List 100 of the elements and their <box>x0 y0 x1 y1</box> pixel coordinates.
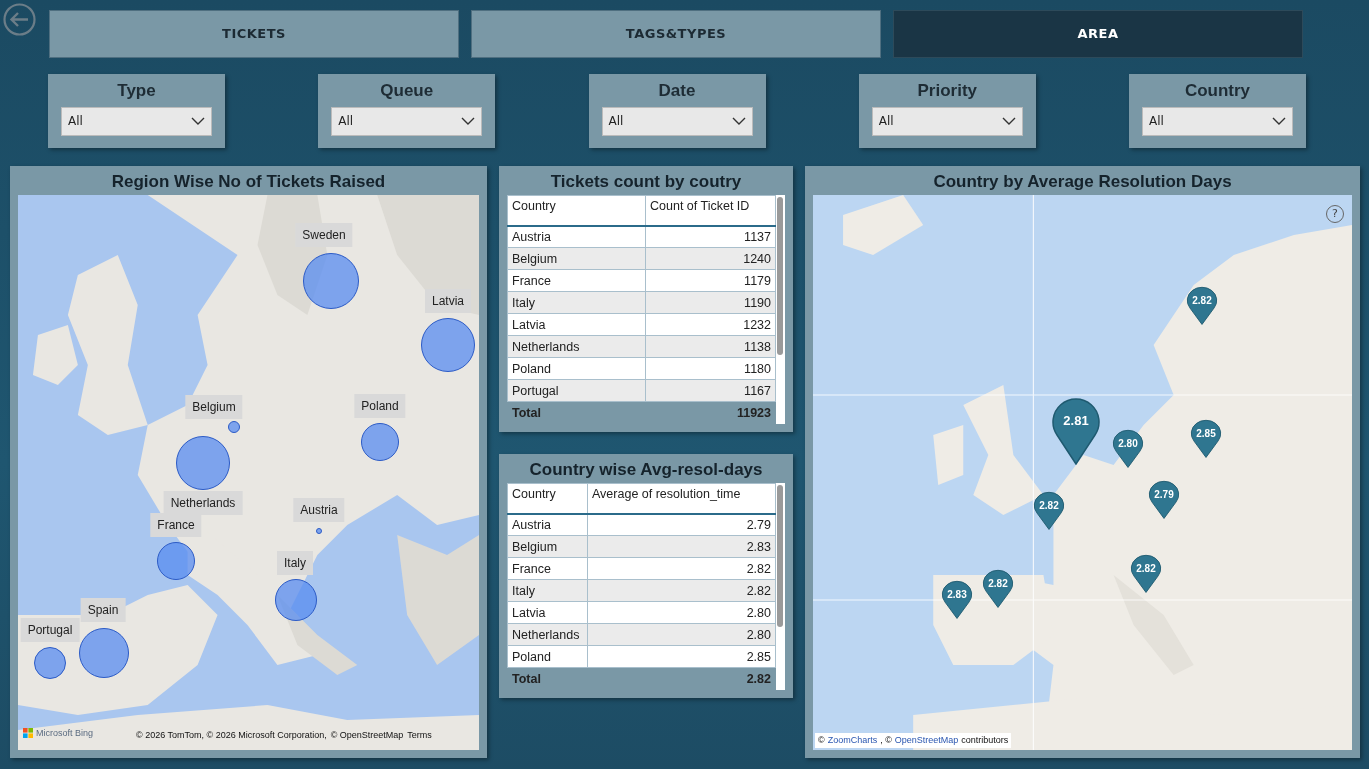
attribution-link[interactable]: ZoomCharts <box>827 733 878 747</box>
map-label: France <box>150 513 202 537</box>
panel-title: Tickets count by coutry <box>549 171 743 193</box>
map-pin[interactable]: 2.82 <box>1130 553 1162 593</box>
table-cell: Latvia <box>507 601 588 624</box>
map-label: Spain <box>80 598 126 622</box>
table-cell: Austria <box>507 513 588 536</box>
table-cell: 2.82 <box>587 579 776 602</box>
map-label: Sweden <box>295 223 353 247</box>
filter-dropdown[interactable]: All <box>871 106 1023 136</box>
table-cell: Belgium <box>507 535 588 558</box>
table-cell: Portugal <box>507 379 646 402</box>
chevron-down-icon <box>461 117 476 125</box>
total-cell: Total <box>507 401 646 424</box>
table-cell: 1180 <box>645 357 776 380</box>
filter-dropdown[interactable]: All <box>331 106 483 136</box>
panel-title: Region Wise No of Tickets Raised <box>110 171 387 193</box>
map-pin[interactable]: 2.79 <box>1148 479 1180 519</box>
table-cell: Austria <box>507 225 646 248</box>
filter-dropdown[interactable]: All <box>1142 106 1293 136</box>
column-header[interactable]: Count of Ticket ID <box>645 195 776 226</box>
table-cell: Italy <box>507 291 646 314</box>
table-cell: Netherlands <box>507 623 588 646</box>
pin-value: 2.82 <box>1135 562 1157 576</box>
microsoft-logo-icon <box>23 728 33 739</box>
map-label: Belgium <box>185 395 243 419</box>
filter-dropdown[interactable]: All <box>61 106 212 136</box>
table-cell: Netherlands <box>507 335 646 358</box>
table-cell: France <box>507 269 646 292</box>
map-label: Italy <box>277 551 313 575</box>
filter-dropdown[interactable]: All <box>601 106 753 136</box>
pin-value: 2.83 <box>946 588 968 602</box>
panel-title: Country wise Avg-resol-days <box>528 459 764 481</box>
chevron-down-icon <box>1272 117 1286 125</box>
map-pin[interactable]: 2.82 <box>1186 285 1218 325</box>
table-cell: Poland <box>507 357 646 380</box>
nav-tab[interactable]: AREA <box>893 10 1303 58</box>
table-cell: Poland <box>507 645 588 668</box>
table-cell: 1240 <box>645 247 776 270</box>
table-cell: 2.79 <box>587 513 776 536</box>
filter-label: Queue <box>379 80 435 102</box>
back-icon[interactable] <box>3 3 36 36</box>
total-cell: 11923 <box>645 401 776 424</box>
table-cell: Latvia <box>507 313 646 336</box>
map-pin[interactable]: 2.81 <box>1051 395 1101 465</box>
map-label: Latvia <box>425 289 471 313</box>
filter-label: Date <box>657 80 697 102</box>
attribution-text: contributors <box>961 733 1009 747</box>
attribution-link[interactable]: OpenStreetMap <box>894 733 959 747</box>
map-pin[interactable]: 2.83 <box>941 579 973 619</box>
map-pin[interactable]: 2.82 <box>1033 490 1065 530</box>
map-label: Netherlands <box>163 491 243 515</box>
map-label: Poland <box>354 394 406 418</box>
attribution-link[interactable]: © OpenStreetMap <box>330 728 404 742</box>
column-header[interactable]: Country <box>507 483 588 514</box>
map-label: Portugal <box>20 618 80 642</box>
panel-title: Country by Average Resolution Days <box>932 171 1233 193</box>
pin-value: 2.85 <box>1195 427 1217 441</box>
table-cell: 1167 <box>645 379 776 402</box>
map-pin[interactable]: 2.80 <box>1112 428 1144 468</box>
brand-text: Microsoft Bing <box>36 726 94 740</box>
chevron-down-icon <box>1001 117 1016 125</box>
pin-value: 2.82 <box>1191 294 1213 308</box>
table-cell: France <box>507 557 588 580</box>
table-cell: 1232 <box>645 313 776 336</box>
attribution-text: © 2026 TomTom, © 2026 Microsoft Corporation, <box>136 728 327 742</box>
filter-label: Priority <box>916 80 978 102</box>
table-cell: 1190 <box>645 291 776 314</box>
terms-link[interactable]: Terms <box>407 728 432 742</box>
table-cell: Belgium <box>507 247 646 270</box>
attribution-text: © <box>818 733 825 747</box>
map-pin[interactable]: 2.85 <box>1190 418 1222 458</box>
pin-value: 2.79 <box>1153 488 1175 502</box>
column-header[interactable]: Average of resolution_time <box>587 483 776 514</box>
table-cell: 1137 <box>645 225 776 248</box>
filter-label: Country <box>1183 80 1252 102</box>
scrollbar-thumb[interactable] <box>777 197 783 355</box>
chevron-down-icon <box>191 117 205 125</box>
nav-tab[interactable]: TAGS&TYPES <box>471 10 881 58</box>
total-cell: Total <box>507 667 588 690</box>
column-header[interactable]: Country <box>507 195 646 226</box>
map-pin[interactable]: 2.82 <box>982 568 1014 608</box>
table-cell: 2.80 <box>587 601 776 624</box>
table-cell: Italy <box>507 579 588 602</box>
table-cell: 2.85 <box>587 645 776 668</box>
filter-label: Type <box>116 80 157 102</box>
map-label: Austria <box>293 498 345 522</box>
attribution-text: , © <box>880 733 892 747</box>
nav-tab[interactable]: TICKETS <box>49 10 459 58</box>
table-cell: 2.80 <box>587 623 776 646</box>
table-cell: 2.82 <box>587 557 776 580</box>
pin-value: 2.80 <box>1117 437 1139 451</box>
table-cell: 2.83 <box>587 535 776 558</box>
table-cell: 1138 <box>645 335 776 358</box>
pin-value: 2.82 <box>1038 499 1060 513</box>
chevron-down-icon <box>731 117 746 125</box>
pin-value: 2.82 <box>987 577 1009 591</box>
scrollbar-thumb[interactable] <box>777 485 783 628</box>
table-cell: 1179 <box>645 269 776 292</box>
bubble-marker[interactable] <box>316 528 322 534</box>
